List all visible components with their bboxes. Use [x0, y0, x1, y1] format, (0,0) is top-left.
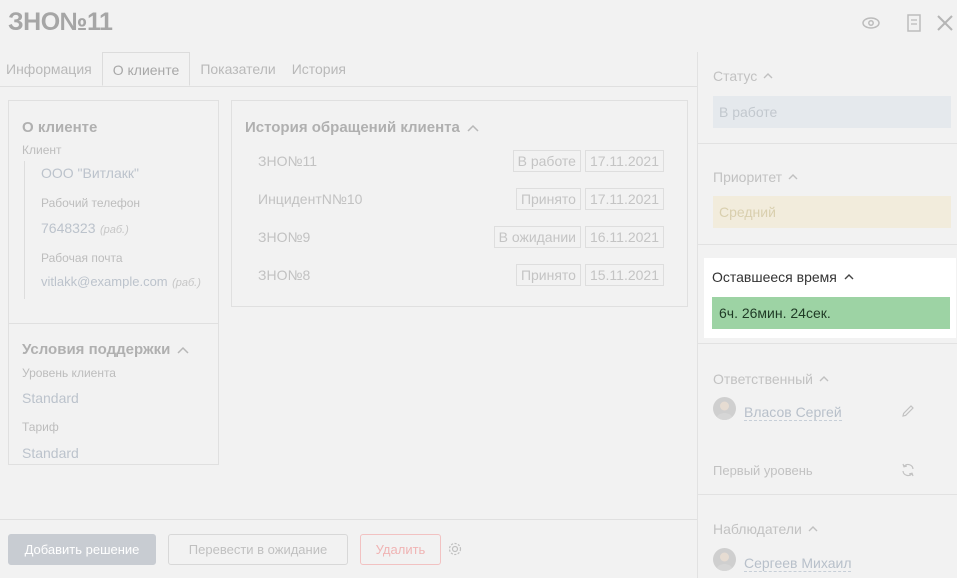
- chevron-up-icon: [844, 274, 854, 280]
- chevron-up-icon: [788, 174, 798, 180]
- page-title: ЗНО№11: [8, 8, 113, 36]
- first-level-label[interactable]: Первый уровень: [713, 463, 813, 478]
- footer-divider: [0, 519, 697, 520]
- responsible-header[interactable]: Ответственный: [713, 371, 830, 387]
- status-header[interactable]: Статус: [713, 68, 774, 84]
- priority-header[interactable]: Приоритет: [713, 169, 799, 185]
- phone-row: 7648323 (раб.): [41, 220, 129, 238]
- avatar: [713, 397, 736, 420]
- tab-divider: [0, 86, 697, 87]
- history-row[interactable]: ЗНО№9 В ожидании 16.11.2021: [258, 225, 664, 249]
- history-row-date: 15.11.2021: [584, 264, 664, 286]
- watcher-name-link[interactable]: Сергеев Михаил: [744, 555, 852, 572]
- priority-label: Приоритет: [713, 169, 783, 185]
- remaining-time-label: Оставшееся время: [712, 269, 837, 285]
- indent-line: [24, 161, 25, 299]
- chevron-up-icon: [467, 124, 479, 132]
- refresh-icon[interactable]: [900, 462, 916, 478]
- support-heading-row[interactable]: Условия поддержки: [22, 341, 190, 358]
- tariff-value[interactable]: Standard: [22, 445, 79, 461]
- history-row-status: В работе: [512, 150, 581, 172]
- tab-bar: Информация О клиенте Показатели История: [0, 52, 697, 86]
- client-history-card: История обращений клиента ЗНО№11 В работ…: [231, 100, 688, 307]
- status-label: Статус: [713, 68, 758, 84]
- remaining-time-header[interactable]: Оставшееся время: [712, 269, 855, 285]
- history-row-name: ЗНО№9: [258, 229, 311, 245]
- add-solution-button[interactable]: Добавить решение: [8, 534, 156, 565]
- pencil-icon[interactable]: [900, 403, 916, 419]
- support-conditions-card: Условия поддержки Уровень клиента Standa…: [8, 323, 219, 465]
- divider: [698, 343, 957, 344]
- history-row-status: Принято: [515, 264, 581, 286]
- client-label: Клиент: [22, 143, 62, 157]
- about-client-heading: О клиенте: [22, 119, 98, 136]
- tariff-label: Тариф: [22, 420, 59, 434]
- phone-value[interactable]: 7648323: [41, 220, 96, 236]
- remaining-time-value: 6ч. 26мин. 24сек.: [712, 297, 950, 329]
- email-row: vitlakk@example.com (раб.): [41, 273, 201, 291]
- support-heading: Условия поддержки: [22, 341, 171, 358]
- close-icon[interactable]: [934, 12, 956, 34]
- divider: [698, 494, 957, 495]
- chevron-up-icon: [177, 346, 189, 354]
- about-client-card: О клиенте Клиент ООО "Витлакк" Рабочий т…: [8, 100, 219, 324]
- phone-label: Рабочий телефон: [41, 196, 141, 210]
- divider: [698, 244, 957, 245]
- avatar: [713, 548, 736, 571]
- delete-button[interactable]: Удалить: [360, 534, 441, 565]
- to-waiting-button[interactable]: Перевести в ожидание: [168, 534, 348, 565]
- history-row-status: Принято: [515, 188, 581, 210]
- tab-metrics[interactable]: Показатели: [194, 52, 281, 86]
- eye-icon[interactable]: [860, 12, 882, 34]
- watchers-header[interactable]: Наблюдатели: [713, 521, 819, 537]
- responsible-label: Ответственный: [713, 371, 813, 387]
- chevron-up-icon: [808, 526, 818, 532]
- client-level-label: Уровень клиента: [22, 366, 116, 380]
- history-row-name: ЗНО№8: [258, 267, 311, 283]
- priority-field[interactable]: Средний: [713, 196, 951, 228]
- client-level-value[interactable]: Standard: [22, 390, 79, 406]
- watchers-label: Наблюдатели: [713, 521, 802, 537]
- email-label: Рабочая почта: [41, 251, 123, 265]
- tab-about-client[interactable]: О клиенте: [101, 52, 191, 86]
- tab-info[interactable]: Информация: [0, 52, 98, 86]
- history-row-date: 17.11.2021: [584, 188, 664, 210]
- email-value[interactable]: vitlakk@example.com: [41, 274, 168, 289]
- gear-icon[interactable]: [447, 541, 463, 557]
- history-row-name: ИнцидентN№10: [258, 191, 363, 207]
- tab-history[interactable]: История: [286, 52, 352, 86]
- chevron-up-icon: [763, 73, 773, 79]
- history-heading-row[interactable]: История обращений клиента: [245, 119, 480, 136]
- history-row-date: 16.11.2021: [584, 226, 664, 248]
- chevron-up-icon: [819, 376, 829, 382]
- email-tag: (раб.): [172, 277, 201, 289]
- history-row-status: В ожидании: [493, 226, 581, 248]
- client-link[interactable]: ООО "Витлакк": [41, 165, 139, 181]
- divider: [698, 143, 957, 144]
- history-row[interactable]: ЗНО№11 В работе 17.11.2021: [258, 149, 664, 173]
- history-row[interactable]: ИнцидентN№10 Принято 17.11.2021: [258, 187, 664, 211]
- history-heading: История обращений клиента: [245, 119, 460, 136]
- history-row[interactable]: ЗНО№8 Принято 15.11.2021: [258, 263, 664, 287]
- document-icon[interactable]: [903, 12, 925, 34]
- history-row-name: ЗНО№11: [258, 153, 318, 169]
- responsible-name-link[interactable]: Власов Сергей: [744, 404, 842, 421]
- status-field[interactable]: В работе: [713, 96, 951, 128]
- phone-tag: (раб.): [99, 224, 129, 236]
- history-row-date: 17.11.2021: [584, 150, 664, 172]
